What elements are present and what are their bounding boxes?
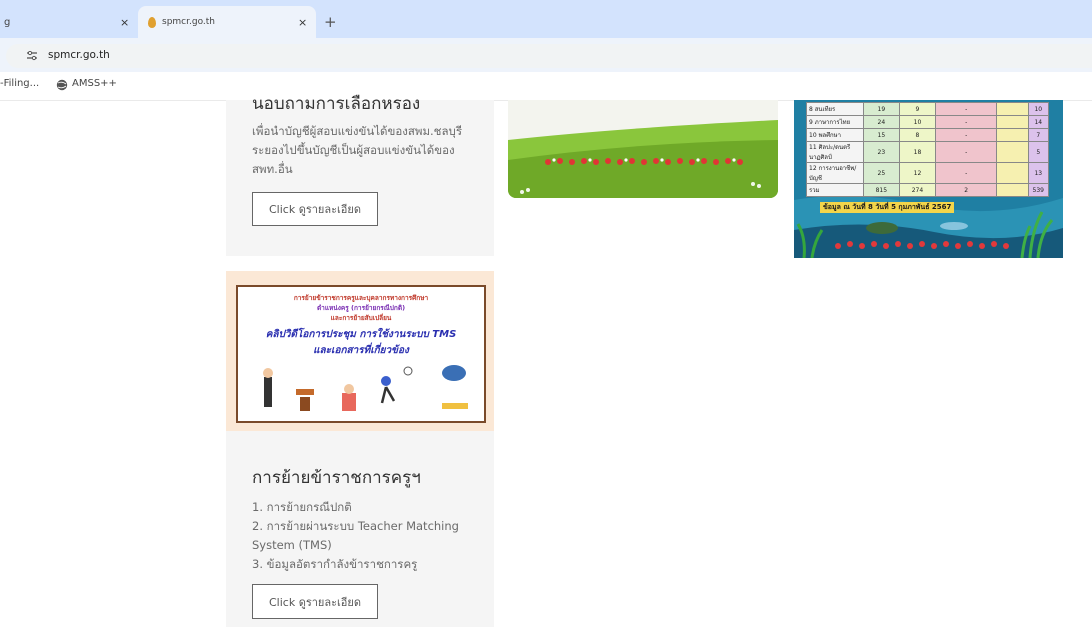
close-tab-icon[interactable]: × (298, 16, 307, 29)
table-row: 9 ภาษาการไทย 24 10 - 14 (806, 115, 1050, 129)
table-cell: - (935, 115, 998, 129)
banner-line-3: และการย้ายสับเปลี่ยน (330, 314, 392, 322)
list-item: 1. การย้ายกรณีปกติ (252, 500, 352, 514)
table-cell (996, 128, 1029, 142)
table-cell: 10 พลศึกษา (806, 128, 864, 142)
banner-line-2: ตำแหน่งครู (การย้ายกรณีปกติ) (316, 304, 406, 312)
statistics-caption: ข้อมูล ณ วันที่ 8 วันที่ 5 กุมภาพันธ์ 25… (820, 202, 955, 213)
banner-line-1: การย้ายข้าราชการครูและบุคลากรทางการศึกษา (293, 294, 429, 302)
banner-line-4: คลิปวิดีโอการประชุม การใช้งานระบบ TMS (265, 329, 457, 340)
table-cell: - (935, 141, 998, 163)
table-cell: - (935, 128, 998, 142)
signpost-icon (300, 397, 310, 411)
site-info-icon[interactable] (26, 51, 38, 61)
table-cell: 12 (898, 162, 937, 184)
table-cell: 12 การงานอาชีพ/บัญชี (806, 162, 864, 184)
bookmark-amss[interactable]: AMSS++ (72, 78, 117, 89)
table-cell: 15 (862, 128, 900, 142)
details-button[interactable]: Click ดูรายละเอียด (252, 192, 378, 226)
table-cell (996, 183, 1029, 197)
books-icon (442, 403, 468, 409)
address-text: spmcr.go.th (48, 49, 110, 61)
tab-active[interactable]: spmcr.go.th × (138, 6, 316, 38)
table-cell (996, 115, 1029, 129)
table-cell: 7 (1027, 128, 1050, 142)
person-figure (264, 377, 272, 407)
info-card-teacher-transfer: การย้ายข้าราชการครูฯ 1. การย้ายกรณีปกติ … (226, 431, 494, 627)
bookmark-filing[interactable]: -Filing... (0, 78, 39, 89)
info-card-applicant-list: นอบถามการเลือกหรอง เพื่อนำบัญชีผู้สอบแข่… (226, 94, 494, 256)
globe-icon (56, 79, 68, 91)
card-description: เพื่อนำบัญชีผู้สอบแข่งขันได้ของสพม.ชลบุร… (252, 124, 463, 176)
table-row: 12 การงานอาชีพ/บัญชี 25 12 - 13 (806, 162, 1050, 184)
list-item: 3. ข้อมูลอัตรากำลังข้าราชการครู (252, 557, 418, 571)
table-cell: รวม (806, 183, 864, 197)
table-cell: 10 (898, 115, 937, 129)
address-bar[interactable]: spmcr.go.th (6, 44, 1092, 68)
table-cell: 539 (1027, 183, 1050, 197)
jumping-person-figure (381, 376, 391, 386)
card-heading-partial: นอบถามการเลือกหรอง (252, 94, 421, 114)
table-cell: 14 (1027, 115, 1050, 129)
table-cell: 18 (898, 141, 937, 163)
table-cell: 8 สนเทียร (806, 102, 864, 116)
statistics-table: 8 สนเทียร 19 9 - 10 9 ภาษาการไทย 24 10 -… (806, 102, 1050, 197)
banner-illustration (263, 365, 468, 411)
table-cell: 23 (862, 141, 900, 163)
bookmarks-bar (0, 72, 1092, 101)
hill-illustration (508, 100, 778, 198)
table-cell: 24 (862, 115, 900, 129)
tab-previous[interactable]: g × (0, 6, 136, 38)
table-cell: 9 ภาษาการไทย (806, 115, 864, 129)
book-stack-icon (442, 365, 466, 381)
table-cell: 13 (1027, 162, 1050, 184)
banner-line-5: และเอกสารที่เกี่ยวข้อง (313, 345, 409, 356)
tab-title: spmcr.go.th (162, 17, 216, 27)
card-title: การย้ายข้าราชการครูฯ (252, 468, 421, 488)
table-cell (996, 141, 1029, 163)
new-tab-icon[interactable]: + (324, 13, 337, 31)
table-row: 10 พลศึกษา 15 8 - 7 (806, 128, 1050, 142)
site-favicon-icon (148, 16, 156, 28)
banner-frame: การย้ายข้าราชการครูและบุคลากรทางการศึกษา… (236, 285, 486, 423)
close-tab-icon[interactable]: × (120, 16, 129, 29)
tms-banner-image[interactable]: การย้ายข้าราชการครูและบุคลากรทางการศึกษา… (226, 271, 494, 431)
clock-icon (403, 366, 413, 376)
table-cell: 25 (862, 162, 900, 184)
details-button[interactable]: Click ดูรายละเอียด (252, 584, 378, 619)
table-row: 8 สนเทียร 19 9 - 10 (806, 102, 1050, 116)
table-cell: 815 (862, 183, 900, 197)
teacher-statistics-image: 8 สนเทียร 19 9 - 10 9 ภาษาการไทย 24 10 -… (794, 100, 1063, 258)
table-cell: 2 (935, 183, 998, 197)
table-cell: 10 (1027, 102, 1050, 116)
table-total-row: รวม 815 274 2 539 (806, 183, 1050, 197)
table-cell: 19 (862, 102, 900, 116)
table-cell (996, 102, 1029, 116)
table-cell: 8 (898, 128, 937, 142)
table-cell: - (935, 162, 998, 184)
table-cell: 11 ศิลปะ/ดนตรีนาฏศิลป์ (806, 141, 864, 163)
table-cell: 9 (898, 102, 937, 116)
child-figure (342, 393, 356, 411)
decorative-hill-image (508, 100, 778, 198)
table-cell: 274 (898, 183, 937, 197)
table-row: 11 ศิลปะ/ดนตรีนาฏศิลป์ 23 18 - 5 (806, 141, 1050, 163)
tab-title: g (4, 16, 11, 28)
table-cell: - (935, 102, 998, 116)
table-cell (996, 162, 1029, 184)
table-cell: 5 (1027, 141, 1050, 163)
list-item: 2. การย้ายผ่านระบบ Teacher Matching Syst… (252, 519, 459, 552)
